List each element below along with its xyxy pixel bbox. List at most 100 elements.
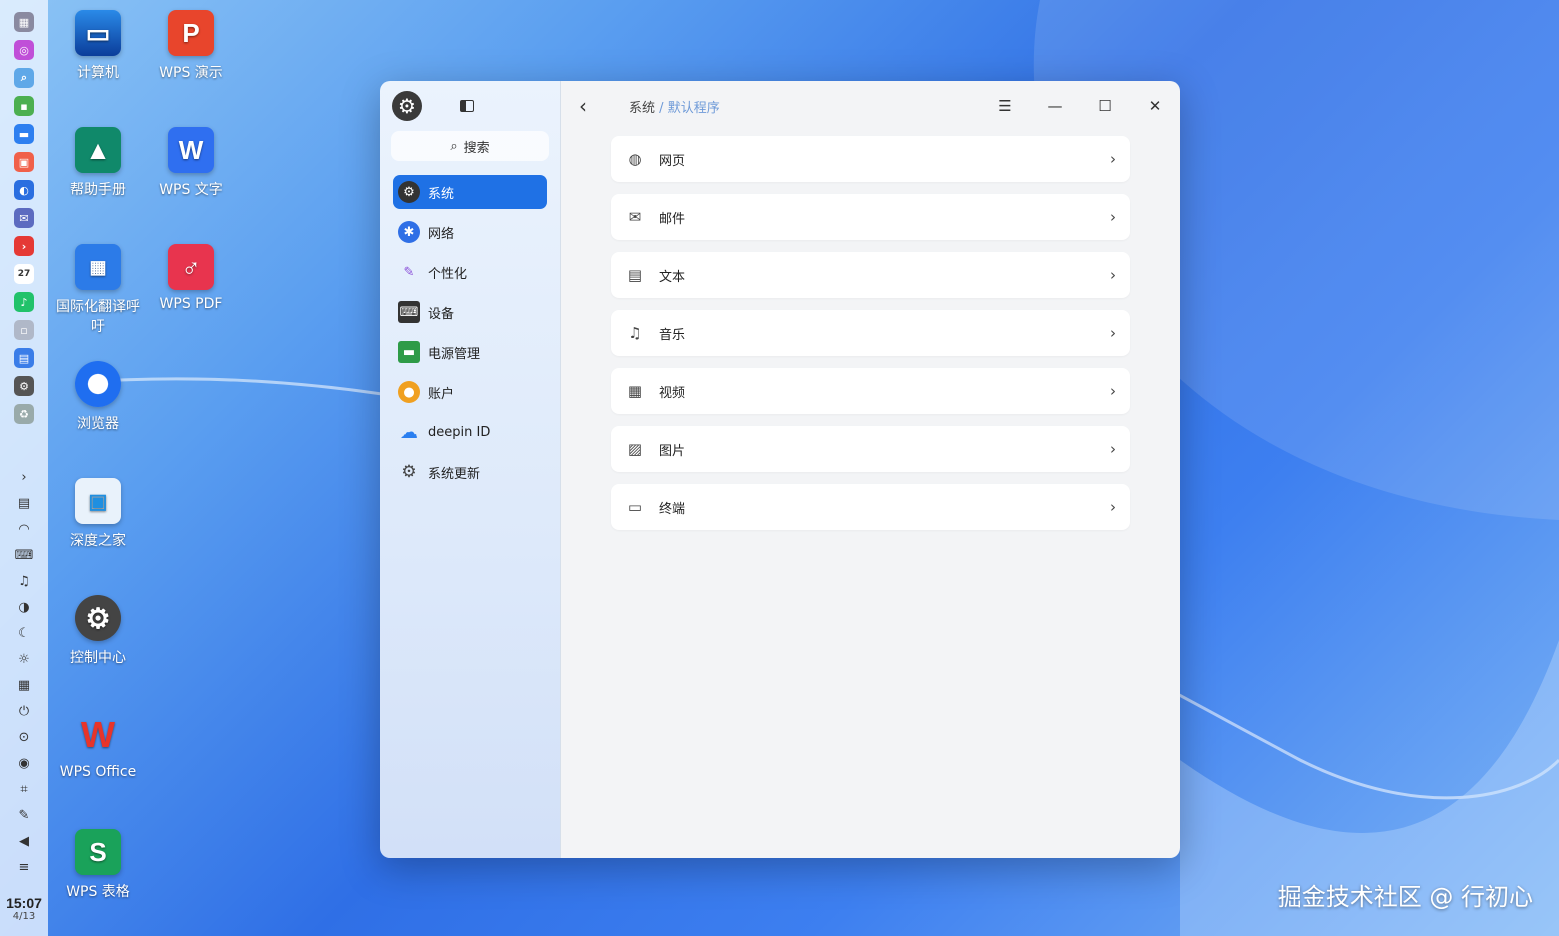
keyboard-icon[interactable]: ⌨ — [15, 546, 34, 564]
screenshot-icon[interactable]: ⌗ — [15, 780, 33, 798]
search-placeholder: 搜索 — [463, 140, 490, 156]
desktop-icon-wps-office[interactable]: W WPS Office — [53, 712, 143, 780]
input-method-icon[interactable]: ▦ — [15, 676, 33, 694]
translate-icon: ▦ — [75, 244, 121, 290]
breadcrumb-current: 默认程序 — [667, 100, 720, 116]
system-icon: ⚙ — [398, 181, 420, 203]
sidebar-item-deepin-id[interactable]: ☁ deepin ID — [393, 415, 547, 449]
browser-dock-icon[interactable]: ◐ — [14, 180, 34, 200]
chevron-right-icon: › — [1110, 440, 1116, 458]
default-item-terminal[interactable]: ▭ 终端 › — [611, 484, 1130, 530]
breadcrumb-parent[interactable]: 系统 — [629, 101, 655, 116]
sidebar-item-label: 系统更新 — [428, 466, 481, 482]
theme-icon[interactable]: ◑ — [15, 598, 33, 616]
desktop-icon-wps-pdf[interactable]: ♂ WPS PDF — [146, 244, 236, 312]
back-arrow-icon[interactable]: ‹ — [579, 94, 595, 118]
sidebar-item-system-update[interactable]: ⚙ 系统更新 — [393, 455, 547, 489]
desktop-icon-control-center[interactable]: ⚙ 控制中心 — [53, 595, 143, 667]
music-dock-icon[interactable]: ♪ — [14, 292, 34, 312]
clock-date: 4/13 — [12, 911, 36, 922]
mail-dock-icon[interactable]: ✉ — [14, 208, 34, 228]
desktop-icon-browser[interactable]: 浏览器 — [53, 361, 143, 433]
video-dock-icon[interactable]: ▫ — [14, 320, 34, 340]
brightness-icon[interactable]: ☼ — [15, 650, 33, 668]
desktop-icon-wps-sheets[interactable]: S WPS 表格 — [53, 829, 143, 901]
wps-office-icon: W — [81, 714, 115, 755]
expand-tray-icon[interactable]: › — [15, 468, 33, 486]
app-store-bag-icon[interactable]: ▣ — [14, 152, 34, 172]
wps-pdf-icon: ♂ — [168, 244, 214, 290]
launcher-icon[interactable]: ▦ — [14, 12, 34, 32]
toggle-panel-icon[interactable]: ≡ — [15, 858, 33, 876]
sidebar-item-personalization[interactable]: ✎ 个性化 — [393, 255, 547, 289]
record-icon[interactable]: ◉ — [15, 754, 33, 772]
globe-icon: ◍ — [628, 150, 642, 168]
file-manager-icon[interactable]: ▬ — [14, 124, 34, 144]
default-item-label: 网页 — [659, 153, 686, 169]
sidebar-nav: ⚙ 系统 ✱ 网络 ✎ 个性化 ⌨ 设备 ▬ 电源管理 ● 账户 ☁ deepi… — [380, 175, 560, 489]
sidebar-item-system[interactable]: ⚙ 系统 — [393, 175, 547, 209]
sidebar-item-device[interactable]: ⌨ 设备 — [393, 295, 547, 329]
maximize-icon[interactable]: ☐ — [1080, 81, 1130, 131]
default-item-web[interactable]: ◍ 网页 › — [611, 136, 1130, 182]
control-center-dock-icon[interactable]: ⚙ — [14, 376, 34, 396]
close-icon[interactable]: ✕ — [1130, 81, 1180, 131]
download-icon[interactable]: ⊙ — [15, 728, 33, 746]
desktop-icon-label: 控制中心 — [70, 650, 126, 666]
desktop-icon-translation[interactable]: ▦ 国际化翻译呼吁 — [53, 244, 143, 336]
device-icon: ⌨ — [398, 301, 420, 323]
multitask-icon[interactable]: ▪ — [14, 96, 34, 116]
pen-icon[interactable]: ✎ — [15, 806, 33, 824]
desktop-icon-wps-writer[interactable]: W WPS 文字 — [146, 127, 236, 199]
default-item-label: 邮件 — [659, 211, 686, 227]
power-icon: ▬ — [398, 341, 420, 363]
chevron-right-icon: › — [1110, 324, 1116, 342]
video-icon: ▦ — [627, 382, 643, 400]
sidebar-item-account[interactable]: ● 账户 — [393, 375, 547, 409]
sidebar-item-network[interactable]: ✱ 网络 — [393, 215, 547, 249]
default-item-mail[interactable]: ✉ 邮件 › — [611, 194, 1130, 240]
default-item-text[interactable]: ▤ 文本 › — [611, 252, 1130, 298]
desktop-icon-help-manual[interactable]: ▲ 帮助手册 — [53, 127, 143, 199]
search-icon: ⌕ — [450, 138, 458, 154]
trash-dock-icon[interactable]: ♻ — [14, 404, 34, 424]
sidebar-item-label: 个性化 — [428, 266, 468, 282]
mail-icon: ✉ — [628, 208, 642, 226]
desktop-icon-label: 帮助手册 — [70, 182, 126, 198]
sidebar-toggle-icon[interactable] — [460, 100, 474, 112]
desktop-icon-label: WPS PDF — [159, 296, 223, 312]
sidebar-item-power[interactable]: ▬ 电源管理 — [393, 335, 547, 369]
cloud-icon: ☁ — [400, 421, 418, 443]
desktop-icon-label: WPS 表格 — [66, 884, 130, 900]
browser-icon — [75, 361, 121, 407]
notification-bell-icon[interactable]: ♫ — [15, 572, 33, 590]
default-item-image[interactable]: ▨ 图片 › — [611, 426, 1130, 472]
calendar-dock-icon[interactable]: 27 — [14, 264, 34, 284]
document-dock-icon[interactable]: ▤ — [14, 348, 34, 368]
desktop-icon-deepin-home[interactable]: ▣ 深度之家 — [53, 478, 143, 550]
menu-icon[interactable]: ☰ — [980, 81, 1030, 131]
default-item-music[interactable]: ♫ 音乐 › — [611, 310, 1130, 356]
image-icon: ▨ — [627, 440, 643, 458]
sidebar-item-label: 电源管理 — [428, 346, 481, 362]
clipboard-icon[interactable]: ▤ — [15, 494, 33, 512]
volume-icon[interactable]: ◀ — [15, 832, 33, 850]
sidebar: ⚙ ⌕ 搜索 ⚙ 系统 ✱ 网络 ✎ 个性化 ⌨ 设备 ▬ 电源管理 ● 账户 … — [380, 81, 561, 858]
terminal-dock-icon[interactable]: › — [14, 236, 34, 256]
power-tray-icon[interactable]: ⏻ — [15, 702, 33, 720]
desktop-icon-label: 浏览器 — [77, 416, 119, 432]
clock[interactable]: 15:07 4/13 — [0, 895, 48, 922]
desktop-icon-computer[interactable]: ▭ 计算机 — [53, 10, 143, 82]
wireless-icon[interactable]: ◠ — [15, 520, 33, 538]
app-store-icon[interactable]: ◎ — [14, 40, 34, 60]
search-input[interactable]: ⌕ 搜索 — [391, 131, 549, 161]
minimize-icon[interactable]: — — [1030, 81, 1080, 131]
control-center-icon: ⚙ — [75, 595, 121, 641]
default-item-label: 视频 — [659, 385, 686, 401]
desktop-icon-wps-presentation[interactable]: P WPS 演示 — [146, 10, 236, 82]
breadcrumb-separator: / — [659, 100, 664, 116]
dock: ▦ ◎ ⌕ ▪ ▬ ▣ ◐ ✉ › 27 ♪ ▫ ▤ ⚙ ♻ › ▤ ◠ ⌨ ♫… — [0, 0, 48, 936]
default-item-video[interactable]: ▦ 视频 › — [611, 368, 1130, 414]
night-mode-icon[interactable]: ☾ — [15, 624, 33, 642]
search-app-icon[interactable]: ⌕ — [14, 68, 34, 88]
